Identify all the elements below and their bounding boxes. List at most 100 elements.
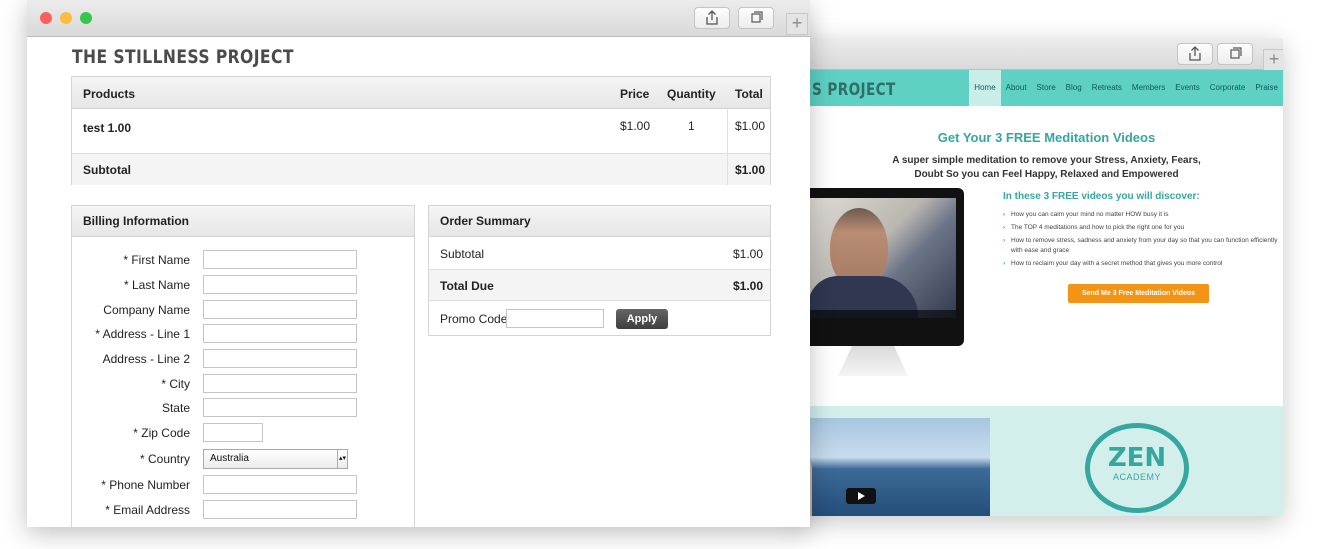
share-icon: [706, 10, 718, 25]
total-due-label: Total Due: [440, 279, 494, 293]
browser-toolbar: +: [27, 0, 810, 37]
nav-store[interactable]: Store: [1032, 70, 1061, 106]
city-field[interactable]: [203, 374, 357, 393]
share-button[interactable]: [694, 7, 730, 29]
country-selected-value: Australia: [210, 453, 249, 464]
phone-field[interactable]: [203, 475, 357, 494]
site-brand: THE STILLNESS PROJECT: [72, 46, 294, 68]
billing-title: Billing Information: [72, 206, 414, 237]
list-item: The TOP 4 meditations and how to pick th…: [1003, 223, 1278, 233]
send-videos-button[interactable]: Send Me 3 Free Meditation Videos: [1068, 284, 1209, 303]
state-field[interactable]: [203, 398, 357, 417]
minimize-window-button[interactable]: [60, 12, 72, 24]
close-window-button[interactable]: [40, 12, 52, 24]
country-row: * Country Australia ▴▾: [72, 449, 412, 469]
tabs-icon: [751, 11, 763, 23]
company-field[interactable]: [203, 300, 357, 319]
address2-label: Address - Line 2: [102, 352, 190, 366]
nav-events[interactable]: Events: [1170, 70, 1204, 106]
promo-subhead-line1: A super simple meditation to remove your…: [892, 155, 1201, 166]
nav-about[interactable]: About: [1001, 70, 1032, 106]
nav-corporate[interactable]: Corporate: [1205, 70, 1251, 106]
chevron-down-icon: ▴▾: [337, 450, 347, 468]
ocean-video-thumbnail[interactable]: [790, 418, 990, 516]
email-row: * Email Address: [72, 500, 412, 520]
video-player[interactable]: [800, 198, 956, 318]
product-total: $1.00: [735, 119, 766, 133]
tabs-overview-button[interactable]: [738, 7, 774, 29]
zip-label: * Zip Code: [133, 426, 190, 440]
new-tab-button[interactable]: +: [786, 13, 808, 35]
product-quantity: 1: [688, 119, 695, 133]
play-icon[interactable]: [846, 488, 876, 504]
tabs-icon: [1230, 47, 1242, 59]
country-select[interactable]: Australia ▴▾: [203, 449, 348, 469]
share-button[interactable]: [1177, 43, 1213, 65]
nav-members[interactable]: Members: [1127, 70, 1170, 106]
city-label: * City: [161, 377, 190, 391]
order-summary-panel: Order Summary Subtotal $1.00 Total Due $…: [428, 205, 771, 336]
zen-academy-logo: ZEN ACADEMY: [1085, 423, 1189, 513]
site-brand: S PROJECT: [812, 80, 896, 100]
first-name-field[interactable]: [203, 250, 357, 269]
price-column-header: Price: [620, 87, 650, 101]
company-row: Company Name: [72, 300, 412, 320]
nav-retreats[interactable]: Retreats: [1087, 70, 1127, 106]
phone-label: * Phone Number: [101, 478, 190, 492]
nav-home[interactable]: Home: [969, 70, 1001, 106]
table-row: test 1.00 $1.00 1 $1.00: [72, 109, 770, 153]
billing-information-panel: Billing Information * First Name * Last …: [71, 205, 415, 527]
share-icon: [1189, 46, 1201, 61]
product-name: test 1.00: [83, 121, 132, 135]
address1-label: * Address - Line 1: [95, 327, 190, 341]
total-column-divider: [727, 109, 728, 185]
promo-code-label: Promo Code:: [440, 312, 511, 326]
zoom-window-button[interactable]: [80, 12, 92, 24]
country-label: * Country: [139, 452, 190, 466]
zip-row: * Zip Code: [72, 423, 412, 443]
benefit-list: How you can calm your mind no matter HOW…: [1003, 210, 1278, 272]
email-label: * Email Address: [105, 503, 190, 517]
site-nav: Home About Store Blog Retreats Members E…: [969, 70, 1283, 106]
address2-row: Address - Line 2: [72, 349, 412, 369]
nav-blog[interactable]: Blog: [1061, 70, 1087, 106]
address1-field[interactable]: [203, 324, 357, 343]
product-price: $1.00: [620, 119, 651, 133]
order-summary-title: Order Summary: [429, 206, 770, 237]
nav-praise[interactable]: Praise: [1250, 70, 1283, 106]
promo-subhead-line2: Doubt So you can Feel Happy, Relaxed and…: [914, 169, 1179, 180]
last-name-row: * Last Name: [72, 275, 412, 295]
last-name-field[interactable]: [203, 275, 357, 294]
promo-code-field[interactable]: [506, 309, 604, 328]
zen-logo-word: ZEN: [1107, 443, 1167, 473]
video-controls[interactable]: [800, 310, 956, 318]
promo-headline: Get Your 3 FREE Meditation Videos: [937, 130, 1156, 145]
promo-subhead: A super simple meditation to remove your…: [810, 154, 1283, 182]
state-row: State: [72, 398, 412, 418]
summary-subtotal-row: Subtotal $1.00: [429, 238, 770, 269]
zip-field[interactable]: [203, 423, 263, 442]
apply-button[interactable]: Apply: [616, 309, 668, 329]
monitor-stand: [838, 346, 908, 376]
address1-row: * Address - Line 1: [72, 324, 412, 344]
tabs-overview-button[interactable]: [1217, 43, 1253, 65]
first-name-row: * First Name: [72, 250, 412, 270]
subtotal-row: Subtotal $1.00: [72, 153, 770, 185]
new-tab-button[interactable]: +: [1263, 49, 1283, 71]
total-due-row: Total Due $1.00: [429, 269, 770, 301]
cart-header: [72, 77, 770, 109]
address2-field[interactable]: [203, 349, 357, 368]
list-item: How to reclaim your day with a secret me…: [1003, 259, 1278, 269]
total-column-header: Total: [735, 87, 763, 101]
list-item: How to remove stress, sadness and anxiet…: [1003, 236, 1278, 256]
total-due-value: $1.00: [732, 279, 763, 293]
video-monitor: [790, 188, 964, 346]
email-field[interactable]: [203, 500, 357, 519]
summary-subtotal-label: Subtotal: [440, 247, 485, 261]
subtotal-value: $1.00: [735, 163, 766, 177]
phone-row: * Phone Number: [72, 475, 412, 495]
state-label: State: [161, 401, 190, 415]
cart-table: Products Price Quantity Total test 1.00 …: [71, 76, 771, 185]
company-label: Company Name: [103, 303, 190, 317]
promo-code-row: Promo Code: Apply: [429, 301, 770, 336]
